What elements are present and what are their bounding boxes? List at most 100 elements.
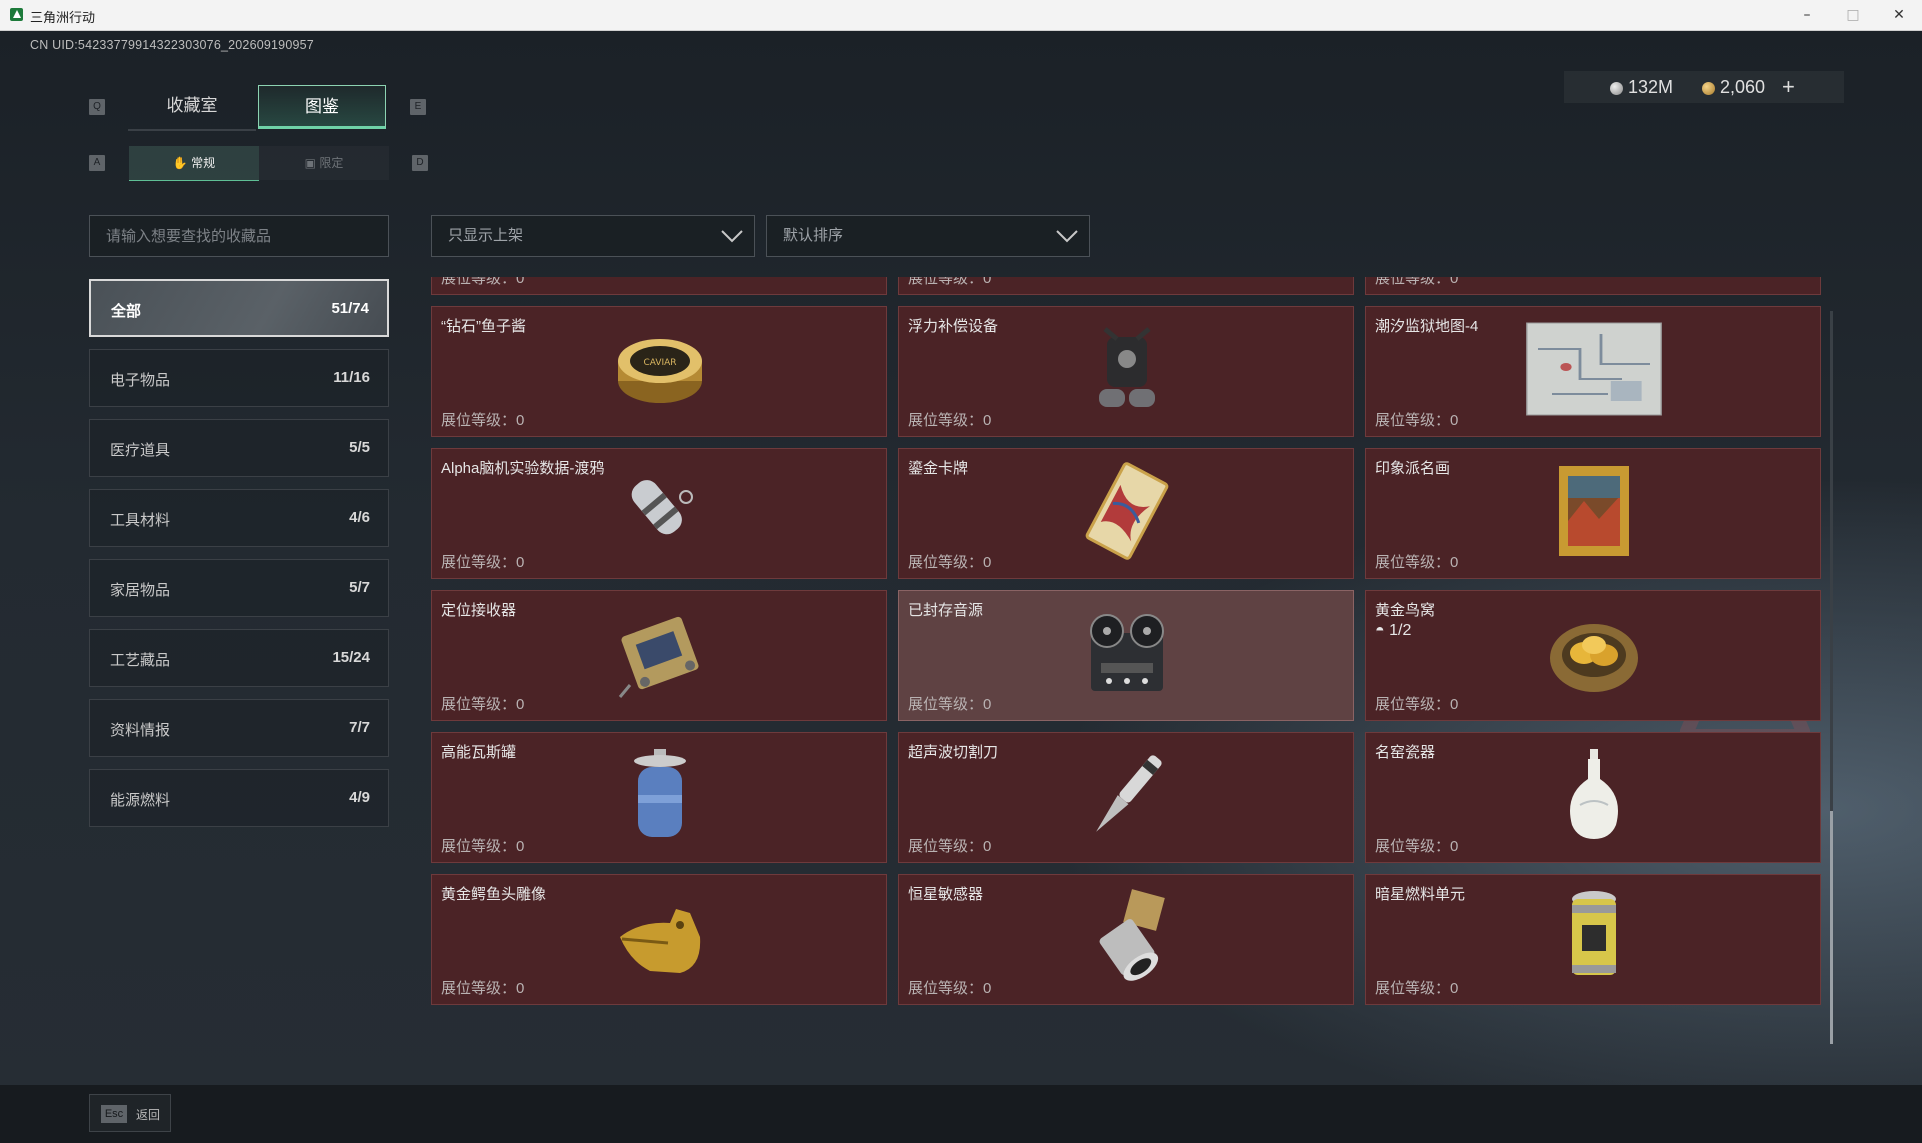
tab-codex[interactable]: 图鉴	[258, 85, 386, 129]
card-level: 展位等级：0	[908, 980, 992, 997]
app-logo-icon	[10, 8, 23, 21]
category-all[interactable]: 全部 51/74	[89, 279, 389, 337]
subtab-normal-label: 常规	[191, 156, 216, 170]
search-input[interactable]	[89, 215, 389, 257]
maximize-button[interactable]: □	[1830, 0, 1876, 30]
card-name: 印象派名画	[1375, 460, 1451, 477]
card-level: 展位等级：0	[1375, 412, 1459, 429]
back-button[interactable]: Esc 返回	[89, 1094, 171, 1132]
hand-icon: ✋	[172, 156, 188, 170]
category-label: 能源燃料	[110, 792, 171, 809]
bottom-bar	[0, 1085, 1922, 1143]
card-name: Alpha脑机实验数据-渡鸦	[441, 460, 605, 477]
prison-map-icon	[1526, 322, 1662, 416]
category-count: 7/7	[349, 719, 370, 736]
category-count: 11/16	[333, 369, 370, 386]
card-name: 恒星敏感器	[908, 886, 984, 903]
item-card[interactable]: 印象派名画 展位等级：0	[1365, 448, 1821, 579]
item-card[interactable]: 名窑瓷器 展位等级：0	[1365, 732, 1821, 863]
silver-coin-icon	[1610, 82, 1623, 95]
minimize-button[interactable]: –	[1784, 0, 1830, 30]
card-level: 展位等级：0	[441, 554, 525, 571]
item-card[interactable]: 恒星敏感器 展位等级：0	[898, 874, 1354, 1005]
item-grid: 展位等级：0 展位等级：0 展位等级：0 “钻石”鱼子酱 CAVIAR 展位等级…	[431, 277, 1823, 1042]
item-card-partial[interactable]: 展位等级：0	[431, 277, 887, 295]
category-count: 5/5	[349, 439, 370, 456]
card-level: 展位等级：0	[1375, 838, 1459, 855]
category-crafts[interactable]: 工艺藏品 15/24	[89, 629, 389, 687]
card-level: 展位等级：0	[908, 554, 992, 571]
sort-dropdown[interactable]: 默认排序	[766, 215, 1090, 257]
key-hint-e: E	[410, 99, 426, 115]
card-name: 黄金鸟窝	[1375, 602, 1436, 619]
category-count: 4/9	[349, 789, 370, 806]
category-household[interactable]: 家居物品 5/7	[89, 559, 389, 617]
item-card-hovered[interactable]: 已封存音源 展位等级：0	[898, 590, 1354, 721]
card-name: 暗星燃料单元	[1375, 886, 1466, 903]
subtab-limited[interactable]: ▣ 限定	[259, 146, 389, 180]
display-filter-dropdown[interactable]: 只显示上架	[431, 215, 755, 257]
game-screen: CN UID:54233779914322303076_202609190957…	[0, 31, 1922, 1143]
framed-painting-icon	[1559, 466, 1629, 556]
add-currency-button[interactable]: +	[1782, 74, 1795, 100]
item-card[interactable]: 鎏金卡牌 展位等级：0	[898, 448, 1354, 579]
item-card[interactable]: “钻石”鱼子酱 CAVIAR 展位等级：0	[431, 306, 887, 437]
item-card[interactable]: 黄金鸟窝 ◓ 1/2 展位等级：0	[1365, 590, 1821, 721]
card-name: “钻石”鱼子酱	[441, 318, 526, 335]
category-intel[interactable]: 资料情报 7/7	[89, 699, 389, 757]
card-name: 名窑瓷器	[1375, 744, 1436, 761]
card-level: 展位等级：0	[908, 838, 992, 855]
category-count: 4/6	[349, 509, 370, 526]
gold-croc-statue-icon	[620, 909, 701, 973]
category-energy[interactable]: 能源燃料 4/9	[89, 769, 389, 827]
chevron-down-icon	[721, 230, 743, 243]
card-level: 展位等级：0	[441, 980, 525, 997]
window-titlebar: 三角洲行动 – □ ✕	[0, 0, 1922, 31]
category-count: 5/7	[349, 579, 370, 596]
close-button[interactable]: ✕	[1876, 0, 1922, 30]
card-name: 浮力补偿设备	[908, 318, 999, 335]
item-card[interactable]: 超声波切割刀 展位等级：0	[898, 732, 1354, 863]
card-level: 展位等级：0	[1375, 980, 1459, 997]
back-label: 返回	[136, 1108, 161, 1122]
silver-amount: 132M	[1628, 77, 1674, 97]
item-card[interactable]: 高能瓦斯罐 展位等级：0	[431, 732, 887, 863]
category-count: 15/24	[332, 649, 370, 666]
item-card[interactable]: 暗星燃料单元 展位等级：0	[1365, 874, 1821, 1005]
gilded-card-icon	[1085, 462, 1169, 560]
fuel-cell-icon	[1572, 891, 1616, 975]
key-hint-d: D	[412, 155, 428, 171]
category-label: 电子物品	[110, 372, 171, 389]
golden-nest-icon	[1550, 624, 1638, 692]
window-title: 三角洲行动	[30, 10, 96, 25]
ultrasonic-cutter-icon	[1096, 755, 1162, 832]
card-level: 展位等级：0	[908, 696, 992, 713]
caviar-tin-icon: CAVIAR	[618, 339, 702, 403]
item-card-partial[interactable]: 展位等级：0	[898, 277, 1354, 295]
category-electronics[interactable]: 电子物品 11/16	[89, 349, 389, 407]
item-card[interactable]: 定位接收器 展位等级：0	[431, 590, 887, 721]
card-level: 展位等级：0	[441, 277, 525, 287]
gold-amount: 2,060	[1720, 77, 1766, 97]
tab-collection-room[interactable]: 收藏室	[128, 85, 256, 131]
nest-small-icon: ◓	[1375, 622, 1385, 639]
category-tools[interactable]: 工具材料 4/6	[89, 489, 389, 547]
card-name: 高能瓦斯罐	[441, 744, 517, 761]
item-card[interactable]: Alpha脑机实验数据-渡鸦 展位等级：0	[431, 448, 887, 579]
display-filter-value: 只显示上架	[448, 227, 524, 244]
category-label: 工艺藏品	[110, 652, 171, 669]
item-card-partial[interactable]: 展位等级：0	[1365, 277, 1821, 295]
sort-value: 默认排序	[783, 227, 844, 244]
subtab-normal[interactable]: ✋ 常规	[129, 146, 259, 181]
card-name: 潮汐监狱地图-4	[1375, 318, 1479, 335]
grid-scroll-thumb[interactable]	[1830, 811, 1833, 1044]
item-card[interactable]: 黄金鳄鱼头雕像 展位等级：0	[431, 874, 887, 1005]
key-hint-q: Q	[89, 99, 105, 115]
card-level: 展位等级：0	[1375, 554, 1459, 571]
item-card[interactable]: 浮力补偿设备 展位等级：0	[898, 306, 1354, 437]
item-card[interactable]: 潮汐监狱地图-4 展位等级：0	[1365, 306, 1821, 437]
nest-progress-value: 1/2	[1389, 622, 1412, 639]
category-medical[interactable]: 医疗道具 5/5	[89, 419, 389, 477]
category-label: 医疗道具	[110, 442, 171, 459]
chevron-down-icon	[1056, 230, 1078, 243]
